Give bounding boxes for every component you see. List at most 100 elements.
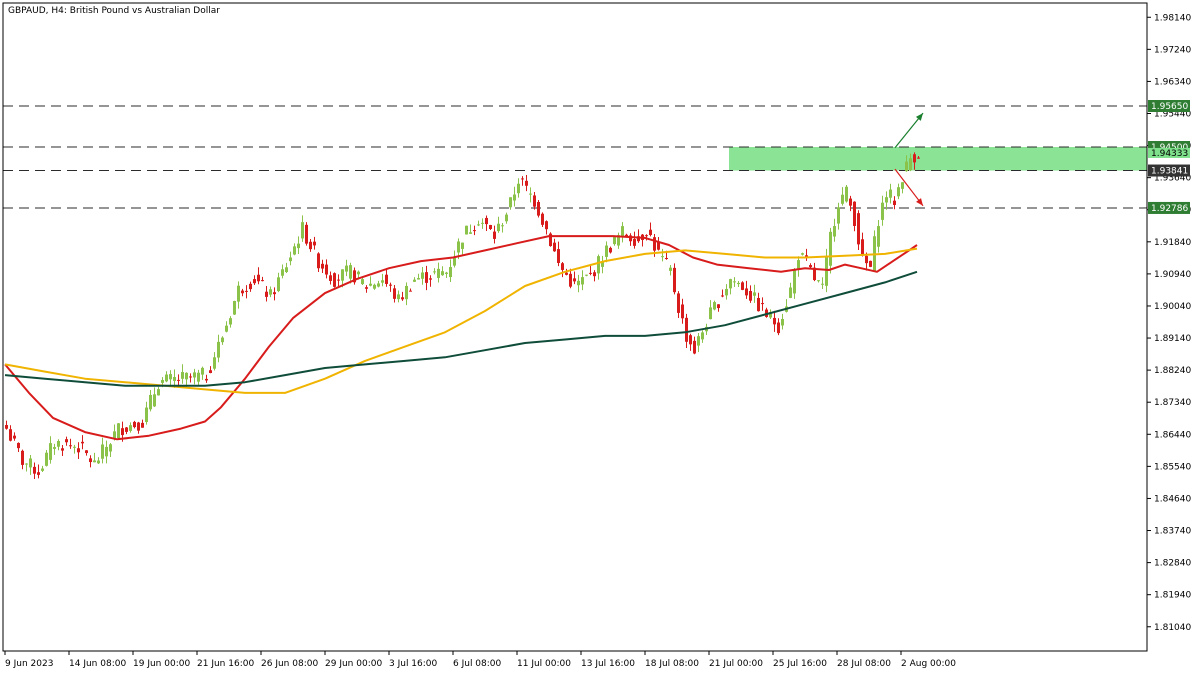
- candle-body: [685, 317, 688, 342]
- candle-body: [9, 429, 12, 441]
- candle-body: [545, 221, 548, 230]
- candle-body: [389, 284, 392, 286]
- candle-body: [137, 422, 140, 431]
- candle-body: [901, 182, 904, 189]
- candle-body: [293, 246, 296, 255]
- candle-body: [385, 274, 388, 284]
- x-tick-label: 11 Jul 00:00: [517, 659, 571, 669]
- candle-body: [657, 242, 660, 250]
- candle-body: [253, 279, 256, 284]
- candle-body: [877, 226, 880, 247]
- candle-body: [777, 322, 780, 334]
- candle-body: [97, 460, 100, 464]
- candle-body: [17, 442, 20, 449]
- candle-body: [269, 289, 272, 295]
- candle-body: [165, 374, 168, 382]
- candle-body: [793, 270, 796, 294]
- candle-body: [425, 272, 428, 283]
- candle-body: [413, 279, 416, 282]
- candle-body: [837, 207, 840, 224]
- candle-body: [581, 277, 584, 285]
- candle-body: [609, 247, 612, 253]
- candle-body: [397, 294, 400, 300]
- x-tick-label: 26 Jun 08:00: [261, 659, 318, 669]
- candle-body: [597, 256, 600, 274]
- candle-body: [393, 288, 396, 299]
- candle-body: [645, 235, 648, 237]
- candle-body: [301, 222, 304, 239]
- candle-body: [865, 255, 868, 264]
- candle-body: [421, 272, 424, 279]
- candle-body: [745, 288, 748, 296]
- candle-body: [593, 272, 596, 277]
- candle-body: [45, 452, 48, 466]
- candle-body: [797, 260, 800, 270]
- y-tick-label: 1.81940: [1154, 591, 1191, 601]
- candle-body: [101, 444, 104, 459]
- candle-body: [461, 242, 464, 249]
- candle-body: [833, 226, 836, 237]
- candle-body: [89, 458, 92, 463]
- candle-body: [345, 265, 348, 272]
- candle-body: [473, 230, 476, 232]
- candle-body: [673, 267, 676, 293]
- candle-body: [529, 193, 532, 195]
- candle-body: [217, 341, 220, 358]
- candle-body: [433, 271, 436, 273]
- candle-body: [5, 425, 8, 429]
- candle-body: [189, 376, 192, 378]
- candle-body: [149, 394, 152, 410]
- resistance-zone: [729, 147, 1147, 171]
- candle-body: [757, 298, 760, 312]
- candle-body: [565, 272, 568, 275]
- y-tick-label: 1.87340: [1154, 398, 1191, 408]
- candle-body: [493, 231, 496, 239]
- y-tick-label: 1.98140: [1154, 13, 1191, 23]
- candle-body: [25, 463, 28, 465]
- candle-body: [857, 213, 860, 245]
- candle-body: [841, 194, 844, 204]
- candle-body: [129, 425, 132, 431]
- candle-body: [297, 243, 300, 249]
- x-tick-label: 28 Jul 08:00: [837, 659, 891, 669]
- chart-title: GBPAUD, H4: British Pound vs Australian …: [8, 6, 220, 16]
- x-tick-label: 25 Jul 16:00: [773, 659, 827, 669]
- candle-body: [525, 180, 528, 186]
- candle-body: [513, 194, 516, 201]
- candle-body: [197, 372, 200, 382]
- candle-body: [153, 394, 156, 407]
- candle-body: [73, 446, 76, 448]
- candle-body: [781, 318, 784, 326]
- y-tick-label: 1.96340: [1154, 77, 1191, 87]
- candle-body: [201, 367, 204, 375]
- candle-body: [237, 285, 240, 302]
- candle-body: [569, 273, 572, 287]
- candle-body: [429, 278, 432, 280]
- x-tick-label: 9 Jun 2023: [5, 659, 53, 669]
- candle-body: [285, 267, 288, 273]
- candle-body: [485, 217, 488, 225]
- candle-body: [733, 281, 736, 283]
- candle-body: [121, 428, 124, 436]
- candle-body: [53, 447, 56, 449]
- candle-body: [313, 241, 316, 246]
- candle-body: [141, 422, 144, 428]
- y-tick-label: 1.82840: [1154, 559, 1191, 569]
- candle-body: [373, 284, 376, 289]
- current-price-label: 1.94333: [1151, 149, 1188, 159]
- candle-body: [893, 200, 896, 205]
- candle-body: [409, 290, 412, 292]
- candle-body: [349, 265, 352, 279]
- candle-body: [33, 466, 36, 474]
- candle-body: [749, 291, 752, 301]
- candle-body: [709, 307, 712, 320]
- candle-body: [905, 161, 908, 172]
- candle-body: [761, 303, 764, 305]
- candle-body: [85, 450, 88, 454]
- price-chart[interactable]: 1.981401.972401.963401.954401.945401.936…: [0, 0, 1200, 675]
- candle-body: [41, 468, 44, 471]
- candle-body: [249, 283, 252, 290]
- candle-body: [169, 374, 172, 380]
- candle-body: [381, 280, 384, 283]
- candle-body: [881, 202, 884, 220]
